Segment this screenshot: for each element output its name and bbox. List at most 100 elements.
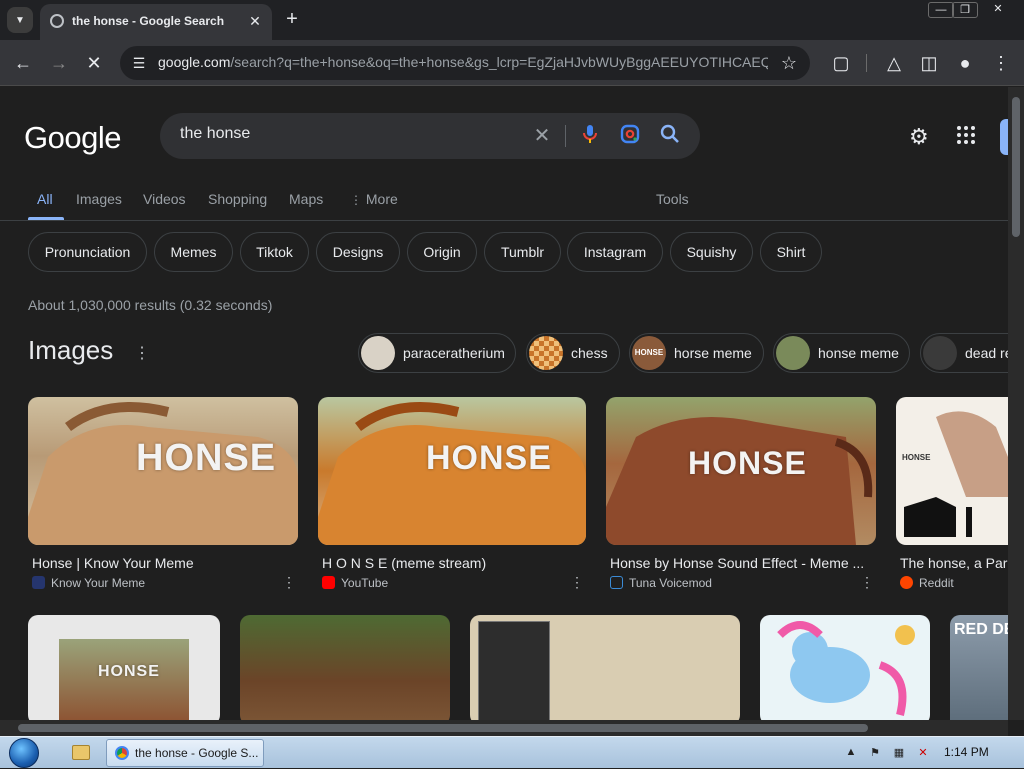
image-result-2[interactable]: HONSE [318, 397, 586, 545]
google-lens-icon[interactable] [618, 124, 642, 148]
search-nav-tabs: All Images Videos Shopping Maps ⋮ More T… [0, 185, 1008, 221]
sign-in-button[interactable] [1000, 119, 1008, 155]
image-result-8[interactable] [760, 615, 930, 720]
search-input[interactable] [180, 125, 510, 143]
image-result-2-source[interactable]: YouTube [322, 576, 388, 590]
volume-muted-icon[interactable]: ✕ [916, 746, 930, 760]
side-panel-icon[interactable]: ◫ [918, 52, 940, 74]
chip-instagram[interactable]: Instagram [567, 232, 663, 272]
tab-search-button[interactable]: ▼ [7, 7, 33, 33]
image-chip-dead-red[interactable]: dead re [920, 333, 1008, 373]
image-result-1-title[interactable]: Honse | Know Your Meme [32, 555, 294, 571]
tools-button[interactable]: Tools [656, 191, 689, 207]
network-icon[interactable]: ▦ [892, 746, 906, 760]
tab-maps[interactable]: Maps [289, 191, 323, 207]
new-tab-button[interactable]: + [280, 8, 304, 32]
back-icon[interactable]: ← [12, 52, 34, 74]
chess-thumbnail [529, 336, 563, 370]
stop-loading-icon[interactable]: ✕ [83, 52, 105, 74]
clear-icon[interactable]: ✕ [530, 124, 554, 148]
chip-tiktok[interactable]: Tiktok [240, 232, 309, 272]
folder-icon [72, 745, 90, 760]
image-chip-label: paraceratherium [403, 345, 505, 361]
close-window-button[interactable]: ✕ [982, 2, 1014, 18]
image-chip-horse-meme[interactable]: HONSE horse meme [629, 333, 764, 373]
honse-caption-text: HONSE [688, 445, 807, 481]
taskbar-explorer-button[interactable] [58, 739, 102, 767]
image-chip-chess[interactable]: chess [526, 333, 620, 373]
chip-pronunciation[interactable]: Pronunciation [28, 232, 147, 272]
image-result-4[interactable]: HONSE [896, 397, 1008, 545]
apps-grid-icon[interactable] [956, 125, 976, 145]
chip-squishy[interactable]: Squishy [670, 232, 753, 272]
image-result-6[interactable] [240, 615, 450, 720]
image-result-3[interactable]: HONSE [606, 397, 876, 545]
image-result-4-title[interactable]: The honse, a Par [900, 555, 1008, 571]
images-section-heading: Images [28, 335, 114, 365]
chip-shirt[interactable]: Shirt [760, 232, 822, 272]
browser-tab[interactable]: the honse - Google Search ✕ [40, 4, 272, 40]
image-result-7[interactable] [470, 615, 740, 720]
tab-title: the honse - Google Search [72, 14, 225, 28]
image-result-4-source[interactable]: Reddit [900, 576, 954, 590]
address-bar[interactable]: ☰ google.com/search?q=the+honse&oq=the+h… [120, 46, 810, 80]
loading-favicon-icon [50, 14, 64, 28]
tab-all[interactable]: All [37, 191, 53, 207]
image-chip-paraceratherium[interactable]: paraceratherium [358, 333, 516, 373]
image-chip-honse-meme[interactable]: honse meme [773, 333, 910, 373]
microphone-icon[interactable] [578, 124, 602, 148]
tab-shopping[interactable]: Shopping [208, 191, 267, 207]
image-result-1[interactable]: HONSE [28, 397, 298, 545]
image-result-5[interactable]: HONSE [28, 615, 220, 720]
windows-logo-icon [9, 738, 39, 768]
chip-memes[interactable]: Memes [154, 232, 233, 272]
taskbar-chrome-button[interactable]: the honse - Google S... [106, 739, 264, 767]
url-text: google.com/search?q=the+honse&oq=the+hon… [158, 54, 768, 70]
paraceratherium-thumbnail [361, 336, 395, 370]
image-result-3-more-icon[interactable]: ⋮ [860, 574, 874, 591]
source-name: Tuna Voicemod [629, 576, 712, 590]
source-name: YouTube [341, 576, 389, 590]
tab-more[interactable]: ⋮ More [350, 191, 398, 207]
images-options-icon[interactable]: ⋮ [134, 343, 150, 363]
close-tab-button[interactable]: ✕ [246, 12, 264, 30]
image-result-2-more-icon[interactable]: ⋮ [570, 574, 584, 591]
vertical-scrollbar[interactable] [1008, 87, 1024, 720]
chip-tumblr[interactable]: Tumblr [484, 232, 561, 272]
know-your-meme-favicon-icon [32, 576, 45, 589]
site-info-icon[interactable]: ☰ [128, 52, 150, 74]
search-icon[interactable] [658, 124, 682, 148]
restore-button[interactable]: ❐ [952, 2, 978, 18]
system-clock[interactable]: 1:14 PM [944, 745, 989, 759]
image-chip-label: honse meme [818, 345, 899, 361]
bookmark-star-icon[interactable]: ☆ [778, 52, 800, 74]
start-button[interactable] [6, 737, 44, 769]
horizontal-scrollbar[interactable] [0, 720, 1008, 736]
settings-gear-icon[interactable]: ⚙ [909, 124, 929, 150]
image-result-9[interactable]: RED DE [950, 615, 1008, 720]
image-result-1-more-icon[interactable]: ⋮ [282, 574, 296, 591]
profile-icon[interactable]: ● [954, 52, 976, 74]
chip-origin[interactable]: Origin [407, 232, 477, 272]
action-center-flag-icon[interactable]: ⚑ [868, 746, 882, 760]
forward-icon[interactable]: → [48, 52, 70, 74]
extensions-icon[interactable]: ▢ [830, 52, 852, 74]
image-result-3-title[interactable]: Honse by Honse Sound Effect - Meme ... [610, 555, 870, 571]
horizontal-scroll-thumb[interactable] [18, 724, 868, 732]
labs-flask-icon[interactable]: △ [883, 52, 905, 74]
vertical-scroll-thumb[interactable] [1012, 97, 1020, 237]
google-logo[interactable]: Google [24, 120, 121, 156]
show-hidden-icons-icon[interactable]: ▲ [844, 746, 858, 760]
menu-kebab-icon[interactable]: ⋮ [990, 52, 1012, 74]
chip-designs[interactable]: Designs [316, 232, 400, 272]
result-stats: About 1,030,000 results (0.32 seconds) [28, 297, 273, 313]
search-divider [565, 125, 566, 147]
tab-videos[interactable]: Videos [143, 191, 186, 207]
voicemod-favicon-icon [610, 576, 623, 589]
minimize-button[interactable]: — [928, 2, 954, 18]
tab-images[interactable]: Images [76, 191, 122, 207]
browser-toolbar: ← → ✕ ☰ google.com/search?q=the+honse&oq… [0, 40, 1024, 86]
image-result-1-source[interactable]: Know Your Meme [32, 576, 145, 590]
image-result-3-source[interactable]: Tuna Voicemod [610, 576, 712, 590]
image-result-2-title[interactable]: H O N S E (meme stream) [322, 555, 582, 571]
